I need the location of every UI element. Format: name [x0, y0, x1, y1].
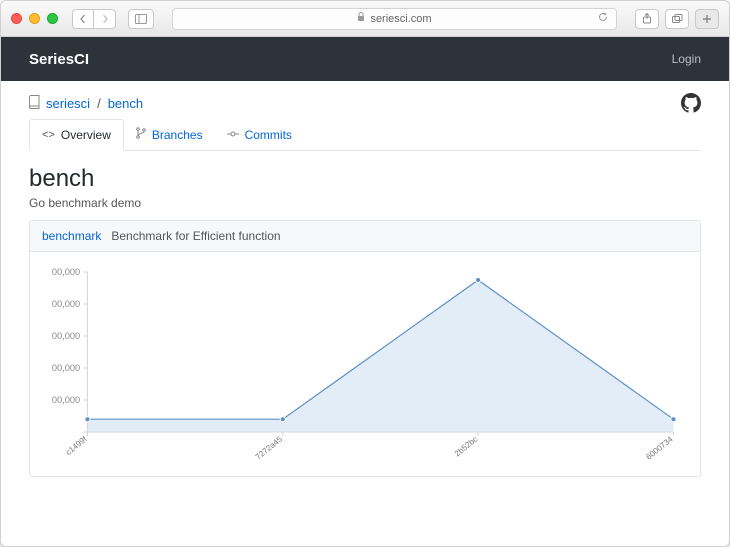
repo-icon [29, 95, 41, 112]
branch-icon [136, 127, 146, 142]
app-header: SeriesCI Login [1, 37, 729, 81]
share-button[interactable] [635, 9, 659, 29]
breadcrumb-repo[interactable]: bench [108, 96, 143, 111]
page-description: Go benchmark demo [29, 196, 701, 210]
svg-text:00,000: 00,000 [52, 395, 80, 405]
line-chart: 00,000 00,000 00,000 00,000 00,000 c1499f 7272… [36, 262, 694, 472]
reload-icon[interactable] [598, 12, 608, 25]
minimize-window-icon[interactable] [29, 13, 40, 24]
svg-text:00,000: 00,000 [52, 267, 80, 277]
close-window-icon[interactable] [11, 13, 22, 24]
svg-text:00,000: 00,000 [52, 331, 80, 341]
code-icon: <> [42, 129, 55, 141]
forward-button[interactable] [94, 9, 116, 29]
svg-text:00,000: 00,000 [52, 299, 80, 309]
tab-overview[interactable]: <> Overview [29, 119, 124, 151]
svg-text:7272a45: 7272a45 [254, 434, 285, 461]
address-bar[interactable]: seriesci.com [172, 8, 617, 30]
svg-text:2b52bc: 2b52bc [453, 435, 480, 459]
tabs: <> Overview Branches Commits [29, 119, 701, 151]
sidebar-toggle-button[interactable] [128, 9, 154, 29]
tab-label: Branches [152, 128, 203, 142]
tab-label: Overview [61, 128, 111, 142]
back-button[interactable] [72, 9, 94, 29]
svg-text:6000734: 6000734 [644, 434, 675, 461]
series-subtitle: Benchmark for Efficient function [111, 229, 280, 243]
svg-text:c1499f: c1499f [64, 434, 89, 457]
zoom-window-icon[interactable] [47, 13, 58, 24]
series-name[interactable]: benchmark [42, 229, 101, 243]
lock-icon [357, 12, 365, 25]
svg-text:00,000: 00,000 [52, 363, 80, 373]
login-link[interactable]: Login [672, 52, 701, 66]
commits-icon [227, 129, 239, 141]
address-text: seriesci.com [370, 13, 431, 25]
tab-branches[interactable]: Branches [124, 119, 215, 150]
new-tab-button[interactable] [695, 9, 719, 29]
breadcrumb-owner[interactable]: seriesci [46, 96, 90, 111]
browser-titlebar: seriesci.com [1, 1, 729, 37]
breadcrumb-sep: / [97, 96, 101, 111]
breadcrumb: seriesci / bench [29, 95, 143, 112]
tabs-button[interactable] [665, 9, 689, 29]
window-controls [11, 13, 58, 24]
nav-buttons [72, 9, 116, 29]
brand-logo[interactable]: SeriesCI [29, 51, 89, 68]
github-link-icon[interactable] [681, 93, 701, 113]
panel-header: benchmark Benchmark for Efficient functi… [30, 221, 700, 252]
page-title: bench [29, 165, 701, 193]
tab-label: Commits [245, 128, 292, 142]
chart-panel: benchmark Benchmark for Efficient functi… [29, 220, 701, 477]
tab-commits[interactable]: Commits [215, 119, 304, 150]
